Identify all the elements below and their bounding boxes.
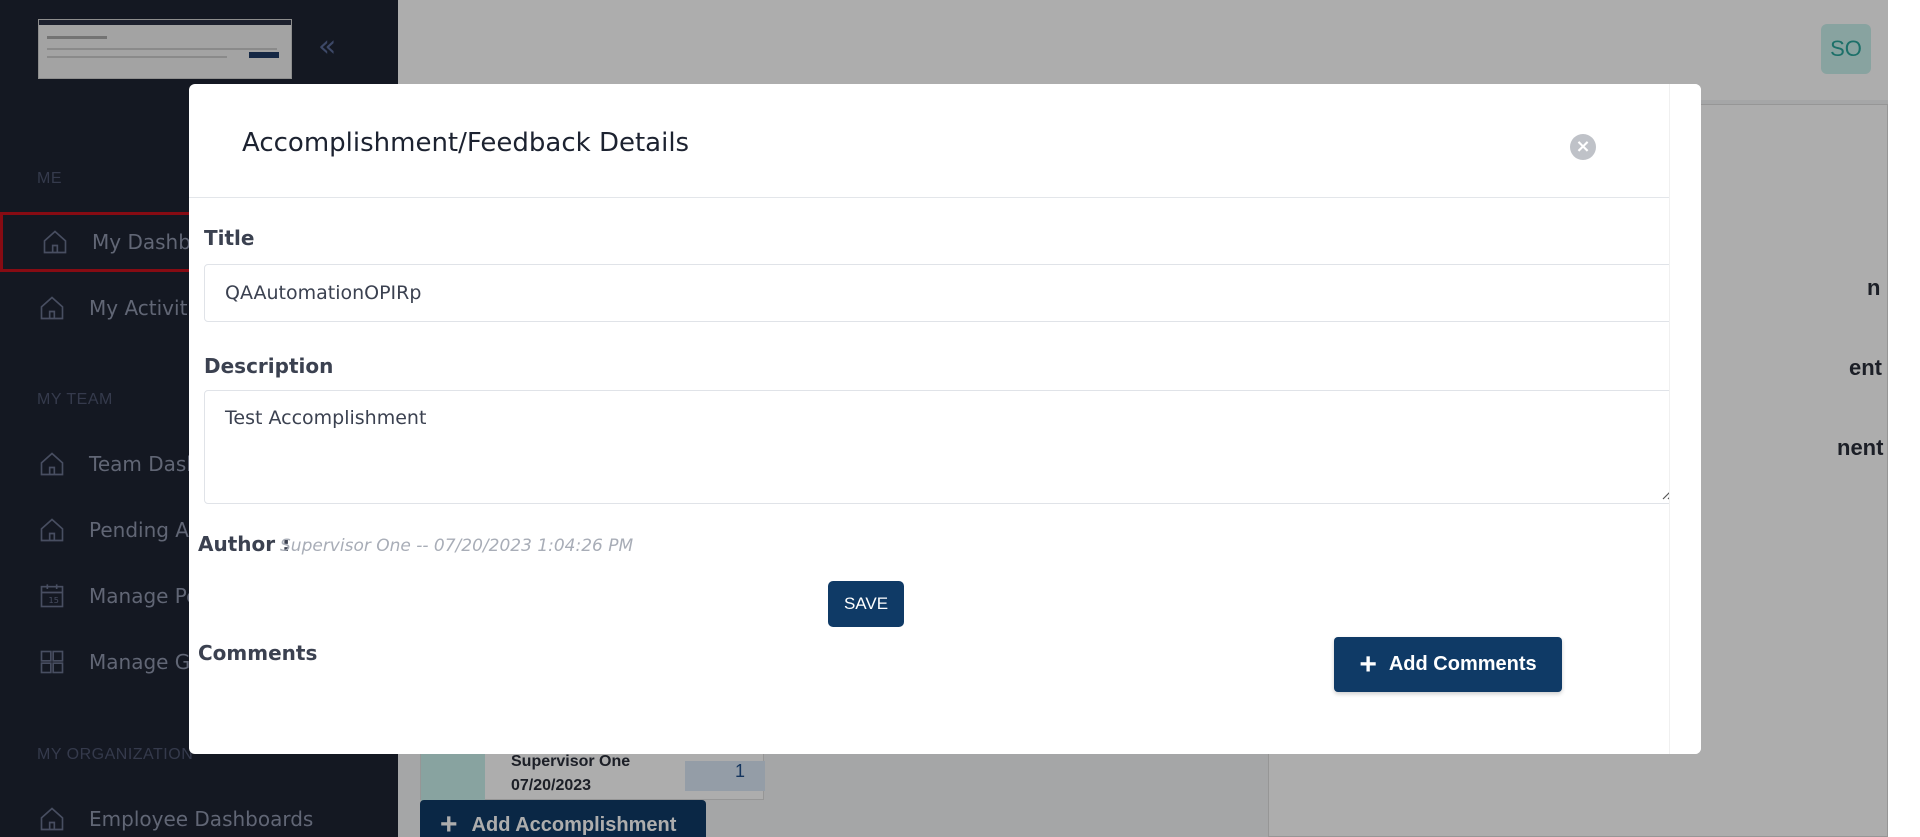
add-comments-button[interactable]: + Add Comments (1334, 637, 1562, 692)
accomplishment-details-modal: Accomplishment/Feedback Details × Title … (189, 84, 1701, 754)
plus-icon: + (1359, 647, 1377, 681)
close-icon[interactable]: × (1570, 134, 1596, 160)
description-textarea[interactable]: Test Accomplishment (204, 390, 1701, 504)
modal-title: Accomplishment/Feedback Details (242, 128, 690, 158)
author-value: Supervisor One -- 07/20/2023 1:04:26 PM (280, 536, 634, 556)
save-button[interactable]: SAVE (828, 581, 904, 627)
comments-label: Comments (198, 641, 318, 665)
author-label: Author : (198, 532, 291, 556)
modal-scrollbar[interactable] (1669, 84, 1701, 754)
page-scrollbar[interactable] (1888, 0, 1920, 837)
modal-header: Accomplishment/Feedback Details × (189, 84, 1701, 198)
add-comments-label: Add Comments (1388, 653, 1537, 675)
title-input[interactable]: QAAutomationOPIRp (204, 264, 1701, 322)
description-label: Description (204, 354, 334, 378)
title-label: Title (204, 226, 255, 250)
